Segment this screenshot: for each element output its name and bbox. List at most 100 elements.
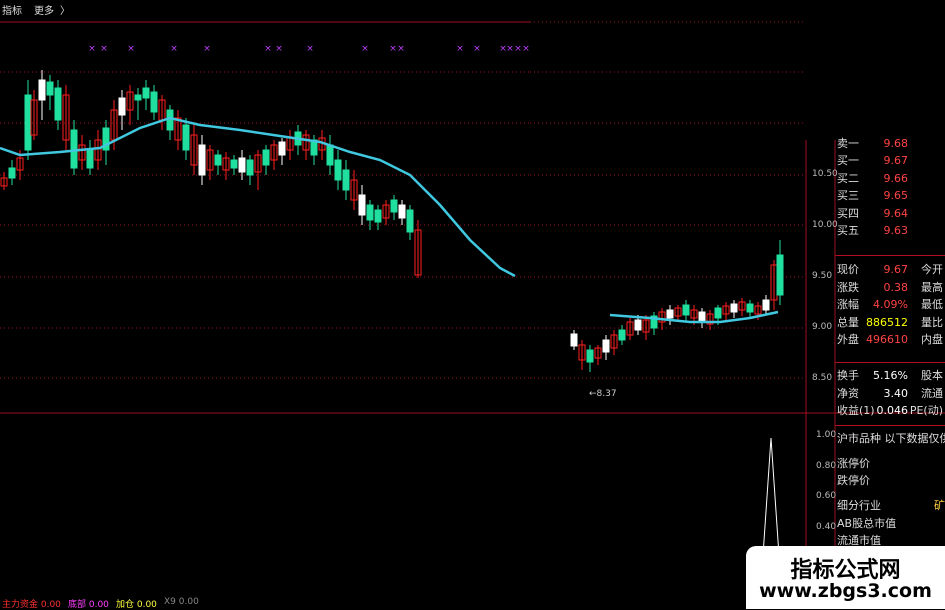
panel-divider [835,255,945,256]
candle-body [262,149,270,166]
stat-row: 外盘 496610 内盘 [835,331,945,348]
toolbar-more-item[interactable]: 更多 [34,2,54,17]
chart-grid [0,21,945,596]
row-label-secondary: 最高 [921,280,943,294]
row-label: 买四 [837,206,859,220]
indicator-readout: 底部 0.00 [68,600,109,610]
candle-body [70,129,78,169]
signal-marker: × [514,44,522,54]
industry-label: 细分行业 [837,499,881,512]
row-value: 4.09% [873,298,908,311]
candle-body [762,299,770,311]
stat-row: 涨跌 0.38 最高 [835,279,945,296]
row-label-secondary: 最低 [921,298,943,311]
candle-body [746,303,754,313]
candle-body [618,329,626,341]
panel-divider [835,425,945,426]
fundamental-row: 收益(1) 0.046 PE(动) [835,402,945,419]
candle-body [366,204,374,221]
chevron-right-icon[interactable]: 〉 [60,2,70,17]
fundamental-row: 净资 3.40 流通 [835,385,945,402]
kline-chart[interactable]: × × × × × × × × × × × × × × × × × [0,0,945,609]
candle-body [334,159,342,181]
row-value: 3.40 [883,386,909,400]
candle-body [230,159,238,169]
row-label: 外盘 [837,333,859,346]
candle-body [374,209,382,223]
row-label: 买五 [837,224,859,237]
candle-body [342,169,350,191]
row-value: 9.66 [883,171,909,185]
indicator-readout: 主力资金 0.00 [2,600,61,610]
indicator-tick-label: 0.80 [816,460,837,471]
candle-body [586,349,594,363]
row-value: 9.64 [883,206,909,220]
price-tick-label: 9.00 [812,322,833,332]
price-tick-label: 10.00 [812,220,838,230]
candle-body [24,94,32,151]
stat-row: 现价 9.67 今开 [835,261,945,278]
row-value: 5.16% [873,369,908,382]
row-label: 净资 [837,386,859,400]
indicator-tick-label: 0.40 [816,521,837,532]
signal-marker: × [473,44,481,54]
limit-up-label: 涨停价 [837,457,870,470]
bid-row: 买五 9.63 [835,222,945,239]
candle-body [602,339,610,353]
row-label: 换手 [837,369,859,382]
stat-row: 涨幅 4.09% 最低 [835,296,945,313]
row-label-secondary: PE(动) [909,404,943,417]
candlestick-series [0,70,784,372]
row-label: 涨幅 [837,298,859,311]
candle-body [246,159,254,176]
candle-body [666,309,674,319]
watermark-logo: 指标公式网 www.zbgs3.com [746,546,945,609]
signal-marker: × [389,44,397,54]
row-value: 9.65 [883,189,909,202]
row-value: 496610 [866,333,908,346]
signal-marker: × [170,44,178,54]
row-value: 9.67 [883,263,909,276]
row-label-secondary: 流通 [921,386,943,400]
candle-body [150,91,158,113]
row-label: 买一 [837,154,859,167]
row-value: 0.38 [883,280,909,294]
indicator-tick-label: 0.60 [816,491,837,502]
candle-body [182,124,190,151]
candle-body [238,157,246,173]
candle-body [682,304,690,316]
industry-value: 矿 [934,499,945,512]
row-value: 9.67 [883,154,909,167]
signal-markers: × × × × × × × × × × × × × × × × × [88,44,530,54]
panel-divider [835,362,945,363]
limit-down-label: 跌停价 [837,474,870,487]
signal-marker: × [264,44,272,54]
ask-row: 卖一 9.68 [837,137,908,150]
toolbar-indicator-item[interactable]: 指标 [2,2,22,17]
candle-body [86,149,94,169]
bid-row: 买三 9.65 [835,187,945,204]
indicator-readout: X9 0.00 [164,597,199,607]
indicator-tick-label: 1.00 [816,430,837,440]
signal-marker: × [522,44,530,54]
row-label: 买二 [837,171,859,185]
price-tick-label: 9.50 [812,271,833,281]
candle-body [730,303,738,313]
signal-marker: × [306,44,314,54]
candle-body [326,144,334,166]
candle-body [634,319,642,331]
candle-body [134,94,142,101]
candle-body [570,333,578,347]
row-value: 9.63 [883,224,909,237]
signal-marker: × [275,44,283,54]
row-value: 0.046 [876,404,909,417]
row-label: 收益(1) [837,404,875,417]
row-label-secondary: 今开 [921,263,943,276]
signal-marker: × [361,44,369,54]
stat-row: 总量 886512 量比 [835,314,945,331]
candle-body [358,194,366,216]
info-header: 沪市品种 以下数据仅供 [837,432,945,445]
row-label-secondary: 量比 [921,315,943,329]
row-label: 买三 [837,189,859,202]
signal-marker: × [88,44,96,54]
